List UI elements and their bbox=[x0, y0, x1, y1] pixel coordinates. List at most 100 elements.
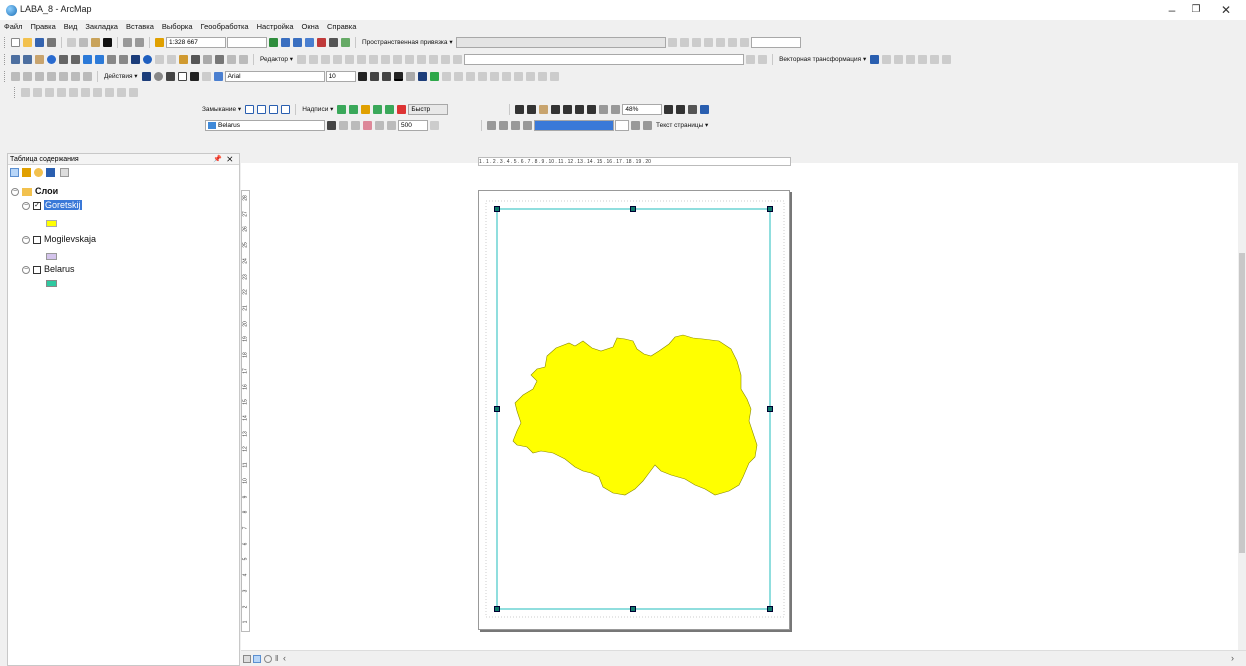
distribute-icon[interactable] bbox=[453, 71, 463, 81]
flicker-icon[interactable] bbox=[339, 120, 348, 130]
georef-rotate-icon[interactable] bbox=[57, 87, 66, 97]
expand-icon[interactable]: − bbox=[22, 265, 30, 274]
validate-icon[interactable] bbox=[47, 71, 56, 81]
bold-icon[interactable] bbox=[357, 71, 367, 81]
editor-toolbar-icon[interactable] bbox=[269, 37, 278, 47]
scroll-left-icon[interactable]: ‹ bbox=[283, 653, 286, 663]
vt-select-icon[interactable] bbox=[870, 54, 880, 64]
label-weight-icon[interactable] bbox=[361, 104, 371, 114]
layer-name[interactable]: Belarus bbox=[44, 264, 75, 274]
list-by-visibility-icon[interactable] bbox=[34, 168, 43, 177]
pause-drawing-icon[interactable]: ‖ bbox=[275, 654, 278, 663]
delete-icon[interactable] bbox=[103, 37, 112, 47]
html-popup-icon[interactable] bbox=[167, 54, 176, 64]
collapse-icon[interactable]: − bbox=[22, 201, 30, 210]
font-icon[interactable] bbox=[213, 71, 223, 81]
adjustment-layer-select[interactable] bbox=[455, 36, 666, 48]
fixed-zoom-out-layout-icon[interactable] bbox=[587, 104, 597, 114]
ddp-page-select[interactable] bbox=[534, 119, 614, 131]
paste-icon[interactable] bbox=[91, 37, 100, 47]
list-by-drawing-order-icon[interactable] bbox=[10, 168, 19, 177]
goretskij-symbol-swatch[interactable] bbox=[46, 220, 57, 227]
find-icon[interactable] bbox=[191, 54, 200, 64]
attributes-icon[interactable] bbox=[429, 54, 439, 64]
label-priority-icon[interactable] bbox=[349, 104, 359, 114]
point-snap-icon[interactable] bbox=[245, 104, 255, 114]
menu-geoprocessing[interactable]: Геообработка bbox=[197, 20, 253, 33]
list-by-source-icon[interactable] bbox=[22, 168, 31, 177]
georef-icon[interactable] bbox=[11, 71, 20, 81]
full-extent-icon[interactable] bbox=[47, 54, 56, 64]
select-features-icon[interactable] bbox=[107, 54, 116, 64]
back-extent-icon[interactable] bbox=[83, 54, 92, 64]
adjustment-value-input[interactable] bbox=[750, 36, 801, 48]
fixed-zoom-in-layout-icon[interactable] bbox=[575, 104, 585, 114]
toc-close-button[interactable]: ⨯ bbox=[226, 154, 234, 165]
python-window-icon[interactable] bbox=[329, 37, 338, 47]
layer-mogilevskaja[interactable]: − Mogilevskaja bbox=[22, 233, 96, 245]
go-forward-extent-icon[interactable] bbox=[611, 104, 621, 114]
layout-zoom-out-icon[interactable] bbox=[527, 104, 537, 114]
layout-zoom-select[interactable]: 48% bbox=[622, 103, 663, 115]
editor-menu[interactable]: Редактор ▾ bbox=[258, 55, 295, 63]
snapping-menu[interactable]: Замыкание ▾ bbox=[200, 105, 243, 113]
focus-data-frame-icon[interactable] bbox=[676, 104, 686, 114]
brightness-icon[interactable] bbox=[363, 120, 372, 130]
selection-handle[interactable] bbox=[767, 606, 773, 612]
selection-handle[interactable] bbox=[630, 206, 636, 212]
error-inspector-icon[interactable] bbox=[71, 71, 80, 81]
guides-icon[interactable] bbox=[537, 71, 547, 81]
toggle-draft-icon[interactable] bbox=[664, 104, 674, 114]
zoom-out-icon[interactable] bbox=[23, 54, 32, 64]
zoom-100-icon[interactable] bbox=[563, 104, 573, 114]
fill-color-icon[interactable] bbox=[405, 71, 415, 81]
marker-color-icon[interactable] bbox=[429, 71, 439, 81]
menu-customize[interactable]: Настройка bbox=[253, 20, 298, 33]
zoom-whole-page-icon-2[interactable] bbox=[551, 104, 561, 114]
vt-edit-link-icon[interactable] bbox=[894, 54, 904, 64]
forward-extent-icon[interactable] bbox=[95, 54, 104, 64]
edit-vertices-icon[interactable] bbox=[369, 54, 379, 64]
layers-root[interactable]: − Слои bbox=[11, 185, 58, 197]
fixed-zoom-out-icon[interactable] bbox=[71, 54, 80, 64]
rotate-icon[interactable] bbox=[153, 71, 163, 81]
selection-handle[interactable] bbox=[767, 206, 773, 212]
link-table-icon[interactable] bbox=[727, 37, 737, 47]
vertical-scrollbar[interactable] bbox=[1238, 163, 1246, 650]
save-icon[interactable] bbox=[35, 37, 44, 47]
underline-icon[interactable] bbox=[381, 71, 391, 81]
ddp-next-icon[interactable] bbox=[631, 120, 640, 130]
layout-view-button[interactable] bbox=[253, 655, 261, 663]
clear-selection-icon[interactable] bbox=[119, 54, 128, 64]
toc-options-icon[interactable] bbox=[60, 168, 69, 177]
identify-icon[interactable] bbox=[143, 54, 152, 64]
georef-shift-icon[interactable] bbox=[69, 87, 78, 97]
menu-insert[interactable]: Вставка bbox=[122, 20, 158, 33]
search-window-icon[interactable] bbox=[305, 37, 314, 47]
ddp-first-icon[interactable] bbox=[511, 120, 520, 130]
pin-icon[interactable]: 📌 bbox=[213, 154, 222, 165]
select-pointer-icon[interactable] bbox=[141, 71, 151, 81]
limited-adjust-icon[interactable] bbox=[703, 37, 713, 47]
selection-handle[interactable] bbox=[767, 406, 773, 412]
cut-icon[interactable] bbox=[67, 37, 76, 47]
ddp-dropdown[interactable] bbox=[615, 119, 629, 131]
align-icon[interactable] bbox=[441, 71, 451, 81]
georef-update-icon[interactable] bbox=[105, 87, 114, 97]
split-tool-icon[interactable] bbox=[405, 54, 415, 64]
order-icon[interactable] bbox=[477, 71, 487, 81]
copy-icon[interactable] bbox=[79, 37, 88, 47]
effects-extra-icon[interactable] bbox=[387, 120, 396, 130]
fixed-zoom-in-icon[interactable] bbox=[59, 54, 68, 64]
vt-new-link-icon[interactable] bbox=[882, 54, 892, 64]
contrast-icon[interactable] bbox=[351, 120, 360, 130]
expand-icon[interactable]: − bbox=[22, 235, 30, 244]
menu-help[interactable]: Справка bbox=[323, 20, 360, 33]
layer-select[interactable]: Belarus bbox=[205, 119, 325, 131]
page-text-menu[interactable]: Текст страницы ▾ bbox=[654, 121, 710, 129]
undo-icon[interactable] bbox=[123, 37, 132, 47]
ddp-prev-icon[interactable] bbox=[523, 120, 532, 130]
edge-snap-icon[interactable] bbox=[281, 104, 291, 114]
table-of-contents-icon[interactable] bbox=[281, 37, 290, 47]
new-displacement-icon[interactable] bbox=[715, 37, 725, 47]
